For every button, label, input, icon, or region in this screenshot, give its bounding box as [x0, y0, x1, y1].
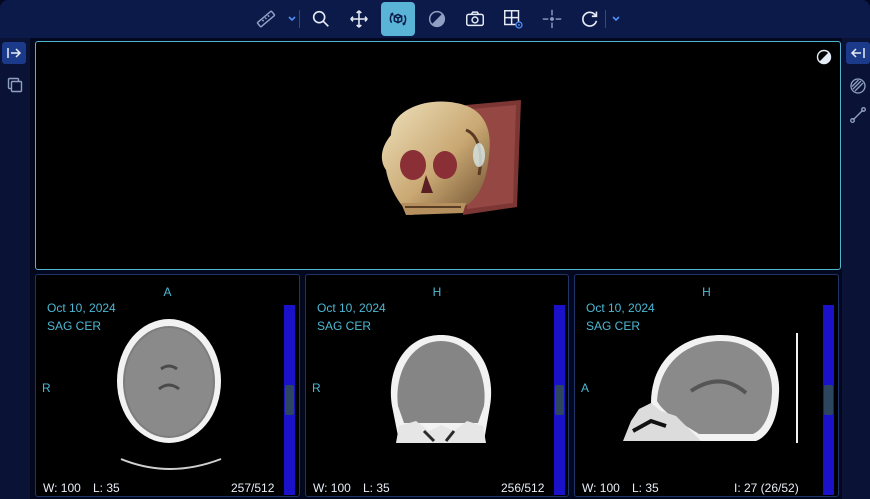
capture-tool-button[interactable]	[458, 2, 492, 36]
slice-scrollbar[interactable]	[554, 305, 565, 495]
slice-index: I: 27 (26/52)	[734, 481, 799, 495]
contrast-icon[interactable]	[816, 49, 832, 65]
slice-index: 256/512	[501, 481, 545, 495]
series-description: SAG CER	[47, 319, 102, 333]
rotate-cube-icon	[389, 12, 407, 26]
contrast-icon	[428, 10, 446, 28]
ruler-icon	[256, 10, 276, 28]
expand-right-panel-button[interactable]	[846, 42, 870, 64]
reset-tool-button[interactable]	[573, 2, 607, 36]
camera-icon	[466, 11, 484, 27]
reset-arrow-icon	[582, 11, 598, 27]
toolbar	[0, 0, 870, 38]
orientation-marker-top: H	[432, 285, 442, 299]
pan-tool-button[interactable]	[342, 2, 376, 36]
toolbar-divider	[299, 10, 300, 28]
coronal-viewport[interactable]: H Oct 10, 2024 SAG CER R W: 100 L: 35 25…	[305, 274, 569, 497]
window-value: W: 100	[313, 481, 351, 495]
copy-stack-icon	[7, 77, 23, 93]
study-date: Oct 10, 2024	[317, 301, 386, 315]
window-level-tool-button[interactable]	[420, 2, 454, 36]
measurements-button[interactable]	[847, 104, 869, 126]
window-value: W: 100	[43, 481, 81, 495]
sagittal-ct-slice	[623, 333, 798, 443]
study-date: Oct 10, 2024	[47, 301, 116, 315]
window-value: W: 100	[582, 481, 620, 495]
level-value: L: 35	[363, 481, 390, 495]
orientation-marker-top: H	[702, 285, 711, 299]
skull-volume-rendering	[381, 100, 521, 215]
layout-tool-button[interactable]	[496, 2, 530, 36]
slice-scroll-thumb[interactable]	[285, 385, 294, 415]
axial-ct-slice	[117, 319, 222, 470]
orientation-marker-top: A	[163, 285, 172, 299]
line-measure-icon	[850, 107, 866, 123]
3d-viewport[interactable]	[35, 41, 841, 270]
measure-dropdown-button[interactable]	[285, 2, 299, 36]
layout-grid-icon	[504, 10, 523, 29]
sagittal-viewport[interactable]: H Oct 10, 2024 SAG CER A W: 100 L: 35 I:…	[574, 274, 839, 497]
dicom-viewer: A Oct 10, 2024 SAG CER R W: 100 L: 35 25…	[0, 0, 870, 499]
slice-scroll-thumb[interactable]	[555, 385, 564, 415]
left-panel-bar	[0, 38, 30, 499]
slice-scroll-thumb[interactable]	[824, 385, 833, 415]
study-date: Oct 10, 2024	[586, 301, 655, 315]
magnifier-icon	[312, 10, 329, 27]
toolbar-divider	[605, 10, 606, 28]
series-panel-button[interactable]	[4, 74, 26, 96]
rotate-3d-tool-button[interactable]	[381, 2, 415, 36]
orientation-marker-left: A	[581, 381, 590, 395]
move-arrows-icon	[350, 10, 368, 28]
segmentation-button[interactable]	[847, 75, 869, 97]
chevron-down-icon	[288, 16, 296, 22]
panel-collapse-icon	[850, 48, 865, 58]
chevron-down-icon	[612, 16, 620, 22]
right-panel-bar	[842, 38, 870, 499]
expand-left-panel-button[interactable]	[2, 42, 26, 64]
level-value: L: 35	[93, 481, 120, 495]
axial-viewport[interactable]: A Oct 10, 2024 SAG CER R W: 100 L: 35 25…	[35, 274, 300, 497]
level-value: L: 35	[632, 481, 659, 495]
coronal-ct-slice	[390, 335, 492, 443]
orientation-marker-left: R	[312, 381, 321, 395]
crosshair-icon	[542, 9, 562, 29]
series-description: SAG CER	[317, 319, 372, 333]
orientation-marker-left: R	[42, 381, 51, 395]
slice-scrollbar[interactable]	[823, 305, 834, 495]
crosshairs-tool-button[interactable]	[535, 2, 569, 36]
slice-index: 257/512	[231, 481, 275, 495]
zoom-tool-button[interactable]	[304, 2, 338, 36]
slice-scrollbar[interactable]	[284, 305, 295, 495]
measure-tool-button[interactable]	[249, 2, 283, 36]
panel-expand-icon	[7, 48, 22, 58]
hatched-circle-icon	[850, 78, 866, 94]
reset-dropdown-button[interactable]	[609, 2, 623, 36]
